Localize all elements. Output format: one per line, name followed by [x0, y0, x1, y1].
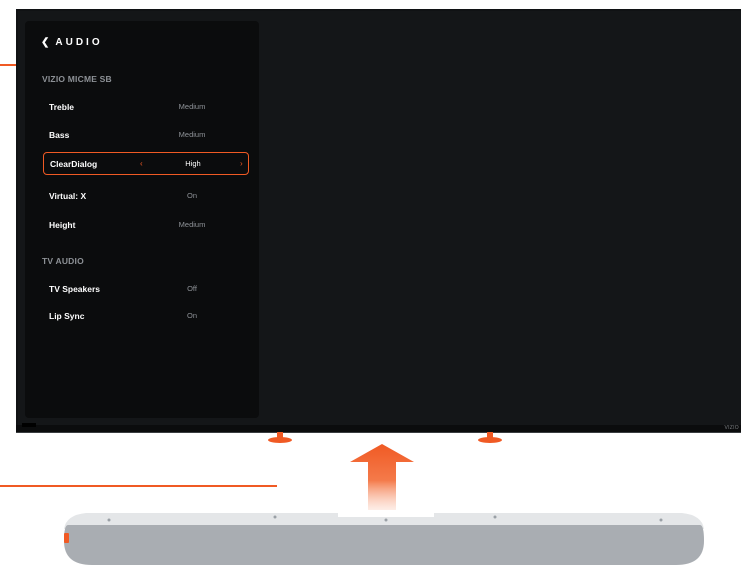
- menu-item-label: TV Speakers: [49, 283, 101, 294]
- menu-item-label: Virtual: X: [49, 190, 87, 201]
- menu-item-value: On: [186, 311, 197, 320]
- menu-item-cleardialog[interactable]: ClearDialog ‹ High ›: [43, 152, 249, 175]
- menu-item-label: ClearDialog: [50, 158, 98, 169]
- up-arrow-icon: [350, 444, 414, 510]
- stage: VIZIO ❮ AUDIO VIZIO MICME SB Treble Medi…: [0, 0, 741, 565]
- menu-item-label: Bass: [49, 129, 70, 140]
- menu-item-label: Lip Sync: [49, 310, 85, 321]
- menu-item-value: Medium: [178, 102, 206, 111]
- tv-foot-left: [268, 432, 292, 444]
- soundbar: [64, 513, 704, 565]
- menu-title: AUDIO: [55, 37, 103, 48]
- menu-item-label: Treble: [49, 101, 75, 112]
- menu-item-treble[interactable]: Treble Medium: [43, 95, 249, 118]
- menu-item-bass[interactable]: Bass Medium: [43, 123, 249, 146]
- chevron-right-icon[interactable]: ›: [240, 159, 243, 168]
- menu-item-value: On: [186, 191, 197, 200]
- menu-item-value: Medium: [178, 220, 206, 229]
- tv-foot-right: [478, 432, 502, 444]
- tv-ir-sensor: [22, 423, 36, 427]
- menu-item-value: High: [185, 159, 201, 168]
- menu-header[interactable]: ❮ AUDIO: [41, 37, 103, 48]
- chevron-left-icon[interactable]: ❮: [41, 37, 49, 48]
- soundbar-callout-line: [0, 485, 277, 487]
- menu-item-value: Medium: [178, 130, 206, 139]
- tv-bezel: VIZIO: [16, 425, 741, 432]
- menu-item-label: Height: [49, 219, 76, 230]
- menu-item-height[interactable]: Height Medium: [43, 213, 249, 236]
- tv-logo: VIZIO: [724, 425, 739, 431]
- menu-item-virtual-x[interactable]: Virtual: X On: [43, 184, 249, 207]
- section-title-soundbar: VIZIO MICME SB: [42, 74, 112, 84]
- menu-item-tv-speakers[interactable]: TV Speakers Off: [43, 277, 249, 300]
- section-title-tv-audio: TV AUDIO: [42, 256, 84, 266]
- audio-menu: ❮ AUDIO VIZIO MICME SB Treble Medium Bas…: [25, 21, 259, 418]
- menu-item-value: Off: [187, 284, 197, 293]
- chevron-left-icon[interactable]: ‹: [140, 159, 143, 168]
- menu-item-lip-sync[interactable]: Lip Sync On: [43, 304, 249, 327]
